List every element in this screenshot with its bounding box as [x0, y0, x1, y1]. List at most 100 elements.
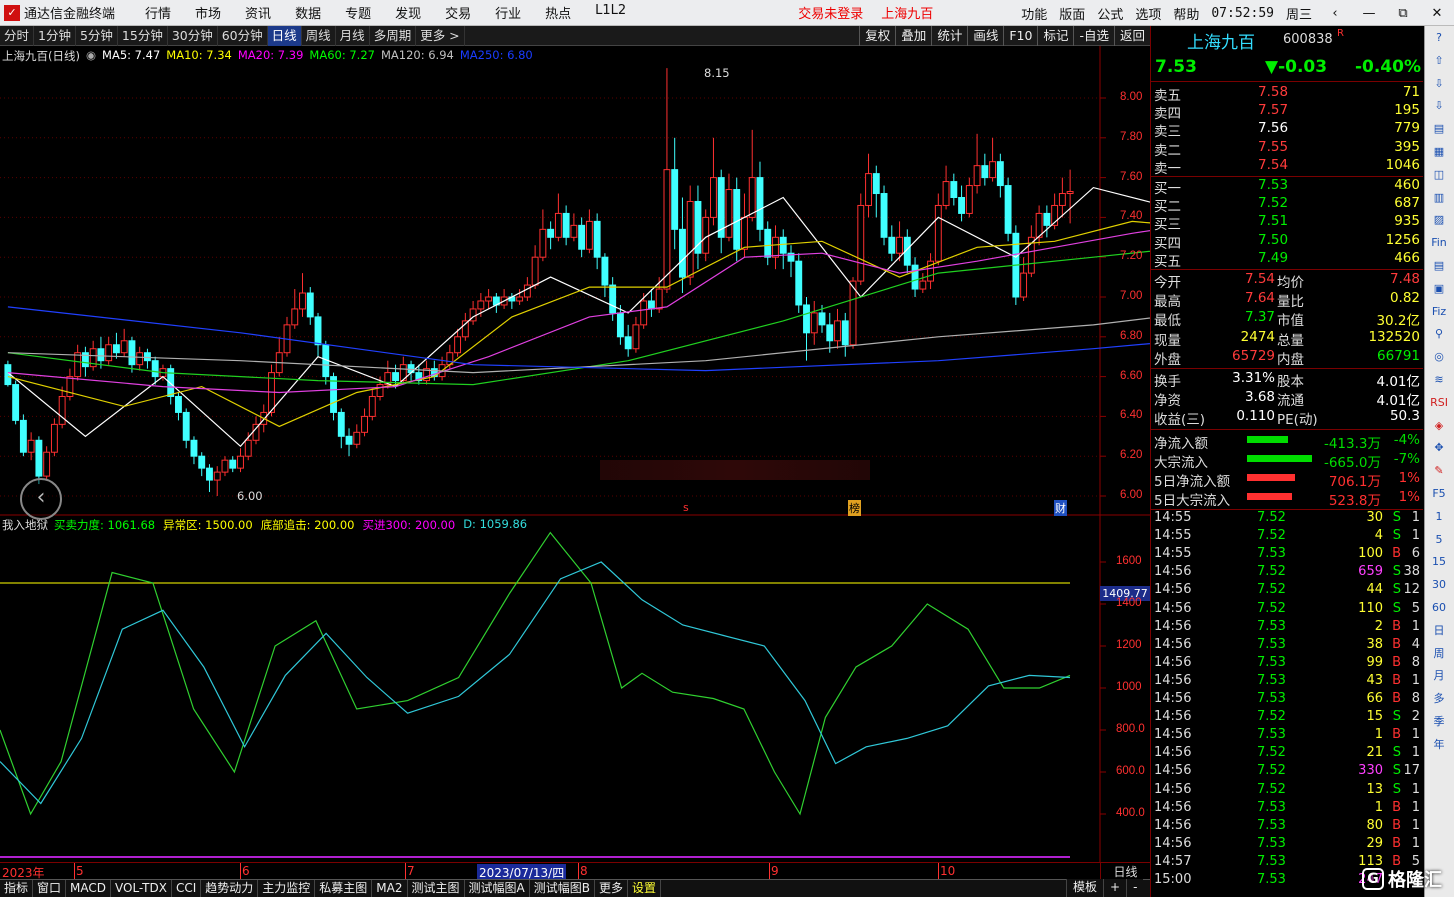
tool-5[interactable]: 标记: [1037, 26, 1073, 46]
indicator-tab-3[interactable]: VOL-TDX: [111, 880, 172, 897]
event-mark-bang[interactable]: 榜: [848, 500, 861, 516]
menu-item-0[interactable]: 行情: [145, 3, 171, 22]
side-tool-icon-21[interactable]: 1: [1430, 509, 1448, 525]
side-tool-icon-6[interactable]: ◫: [1430, 167, 1448, 183]
period-10[interactable]: 更多 >: [416, 25, 465, 46]
tool-0[interactable]: 复权: [859, 26, 895, 46]
right-menu-item-1[interactable]: 版面: [1059, 4, 1085, 23]
indicator-tab-7[interactable]: 私募主图: [315, 880, 373, 897]
side-tool-icon-8[interactable]: ▨: [1430, 212, 1448, 228]
side-tool-icon-26[interactable]: 日: [1430, 623, 1448, 639]
tool-4[interactable]: F10: [1003, 26, 1037, 46]
menu-item-4[interactable]: 专题: [345, 3, 371, 22]
indicator-chart[interactable]: [0, 516, 1150, 862]
bid-row[interactable]: 买五 7.49 466: [1151, 250, 1423, 270]
close-icon[interactable]: ✕: [1426, 6, 1448, 21]
indicator-tab-13[interactable]: 设置: [628, 880, 661, 897]
menu-item-2[interactable]: 资讯: [245, 3, 271, 22]
settings-icon[interactable]: ◉: [86, 48, 96, 64]
indicator-tab-10[interactable]: 测试幅图A: [465, 880, 530, 897]
ask-row[interactable]: 卖三 7.56 779: [1151, 120, 1423, 140]
period-1[interactable]: 1分钟: [34, 25, 76, 46]
menu-item-9[interactable]: L1L2: [595, 3, 626, 22]
ask-row[interactable]: 卖五 7.58 71: [1151, 84, 1423, 104]
period-5[interactable]: 60分钟: [218, 25, 268, 46]
tool-1[interactable]: 叠加: [895, 26, 931, 46]
period-4[interactable]: 30分钟: [168, 25, 218, 46]
side-tool-icon-9[interactable]: Fin: [1430, 235, 1448, 251]
restore-icon[interactable]: ⧉: [1392, 6, 1414, 21]
period-6[interactable]: 日线: [267, 25, 302, 46]
period-7[interactable]: 周线: [302, 25, 336, 46]
indicator-tab-8[interactable]: MA2: [372, 880, 408, 897]
indicator-tab-5[interactable]: 趋势动力: [201, 880, 259, 897]
bid-row[interactable]: 买三 7.51 935: [1151, 213, 1423, 233]
side-tool-icon-1[interactable]: ⇧: [1430, 53, 1448, 69]
menu-item-1[interactable]: 市场: [195, 3, 221, 22]
right-menu-item-3[interactable]: 选项: [1135, 4, 1161, 23]
menu-item-3[interactable]: 数据: [295, 3, 321, 22]
ask-row[interactable]: 卖一 7.54 1046: [1151, 157, 1423, 177]
side-tool-icon-15[interactable]: ≋: [1430, 372, 1448, 388]
template-control-0[interactable]: 模板: [1066, 879, 1103, 897]
side-tool-icon-11[interactable]: ▣: [1430, 281, 1448, 297]
side-tool-icon-28[interactable]: 月: [1430, 668, 1448, 684]
indicator-tab-11[interactable]: 测试幅图B: [530, 880, 595, 897]
side-tool-icon-5[interactable]: ▦: [1430, 144, 1448, 160]
minimize-icon[interactable]: —: [1358, 6, 1380, 21]
bid-row[interactable]: 买一 7.53 460: [1151, 177, 1423, 197]
side-tool-icon-4[interactable]: ▤: [1430, 121, 1448, 137]
side-tool-icon-3[interactable]: ⇩: [1430, 98, 1448, 114]
indicator-tab-9[interactable]: 测试主图: [408, 880, 465, 897]
side-tool-icon-7[interactable]: ▥: [1430, 190, 1448, 206]
side-tool-icon-27[interactable]: 周: [1430, 646, 1448, 662]
tool-7[interactable]: 返回: [1113, 26, 1150, 46]
period-2[interactable]: 5分钟: [76, 25, 118, 46]
tool-6[interactable]: -自选: [1073, 26, 1114, 46]
indicator-tab-2[interactable]: MACD: [66, 880, 112, 897]
right-menu-item-2[interactable]: 公式: [1097, 4, 1123, 23]
ask-row[interactable]: 卖二 7.55 395: [1151, 139, 1423, 159]
tool-3[interactable]: 画线: [967, 26, 1003, 46]
side-tool-icon-2[interactable]: ⇩: [1430, 76, 1448, 92]
kline-chart[interactable]: [0, 46, 1150, 516]
side-tool-icon-18[interactable]: ✥: [1430, 440, 1448, 456]
menu-item-7[interactable]: 行业: [495, 3, 521, 22]
side-tool-icon-0[interactable]: ?: [1430, 30, 1448, 46]
side-tool-icon-13[interactable]: ⚲: [1430, 326, 1448, 342]
side-tool-icon-20[interactable]: F5: [1430, 486, 1448, 502]
ask-row[interactable]: 卖四 7.57 195: [1151, 102, 1423, 122]
menu-item-8[interactable]: 热点: [545, 3, 571, 22]
bid-row[interactable]: 买四 7.50 1256: [1151, 232, 1423, 252]
period-0[interactable]: 分时: [0, 25, 35, 46]
menu-item-5[interactable]: 发现: [395, 3, 421, 22]
event-mark-s[interactable]: s: [683, 501, 689, 514]
template-control-2[interactable]: -: [1126, 879, 1143, 897]
menu-item-6[interactable]: 交易: [445, 3, 471, 22]
side-tool-icon-30[interactable]: 季: [1430, 714, 1448, 730]
side-tool-icon-17[interactable]: ◈: [1430, 418, 1448, 434]
period-3[interactable]: 15分钟: [118, 25, 168, 46]
side-tool-icon-12[interactable]: Fiz: [1430, 304, 1448, 320]
side-tool-icon-29[interactable]: 多: [1430, 691, 1448, 707]
login-status[interactable]: 交易未登录: [798, 3, 863, 22]
event-mark-cai[interactable]: 财: [1054, 500, 1067, 516]
side-tool-icon-10[interactable]: ▤: [1430, 258, 1448, 274]
indicator-tab-1[interactable]: 窗口: [33, 880, 67, 897]
side-tool-icon-22[interactable]: 5: [1430, 532, 1448, 548]
side-tool-icon-31[interactable]: 年: [1430, 737, 1448, 753]
period-9[interactable]: 多周期: [370, 25, 417, 46]
stock-tab[interactable]: 上海九百: [881, 3, 933, 22]
side-tool-icon-23[interactable]: 15: [1430, 554, 1448, 570]
bid-row[interactable]: 买二 7.52 687: [1151, 195, 1423, 215]
side-tool-icon-16[interactable]: RSI: [1430, 395, 1448, 411]
right-menu-item-0[interactable]: 功能: [1021, 4, 1047, 23]
period-8[interactable]: 月线: [336, 25, 370, 46]
side-tool-icon-14[interactable]: ◎: [1430, 349, 1448, 365]
side-tool-icon-25[interactable]: 60: [1430, 600, 1448, 616]
tool-2[interactable]: 统计: [931, 26, 967, 46]
side-tool-icon-24[interactable]: 30: [1430, 577, 1448, 593]
side-tool-icon-19[interactable]: ✎: [1430, 463, 1448, 479]
indicator-tab-6[interactable]: 主力监控: [258, 880, 316, 897]
template-control-1[interactable]: +: [1103, 879, 1126, 897]
